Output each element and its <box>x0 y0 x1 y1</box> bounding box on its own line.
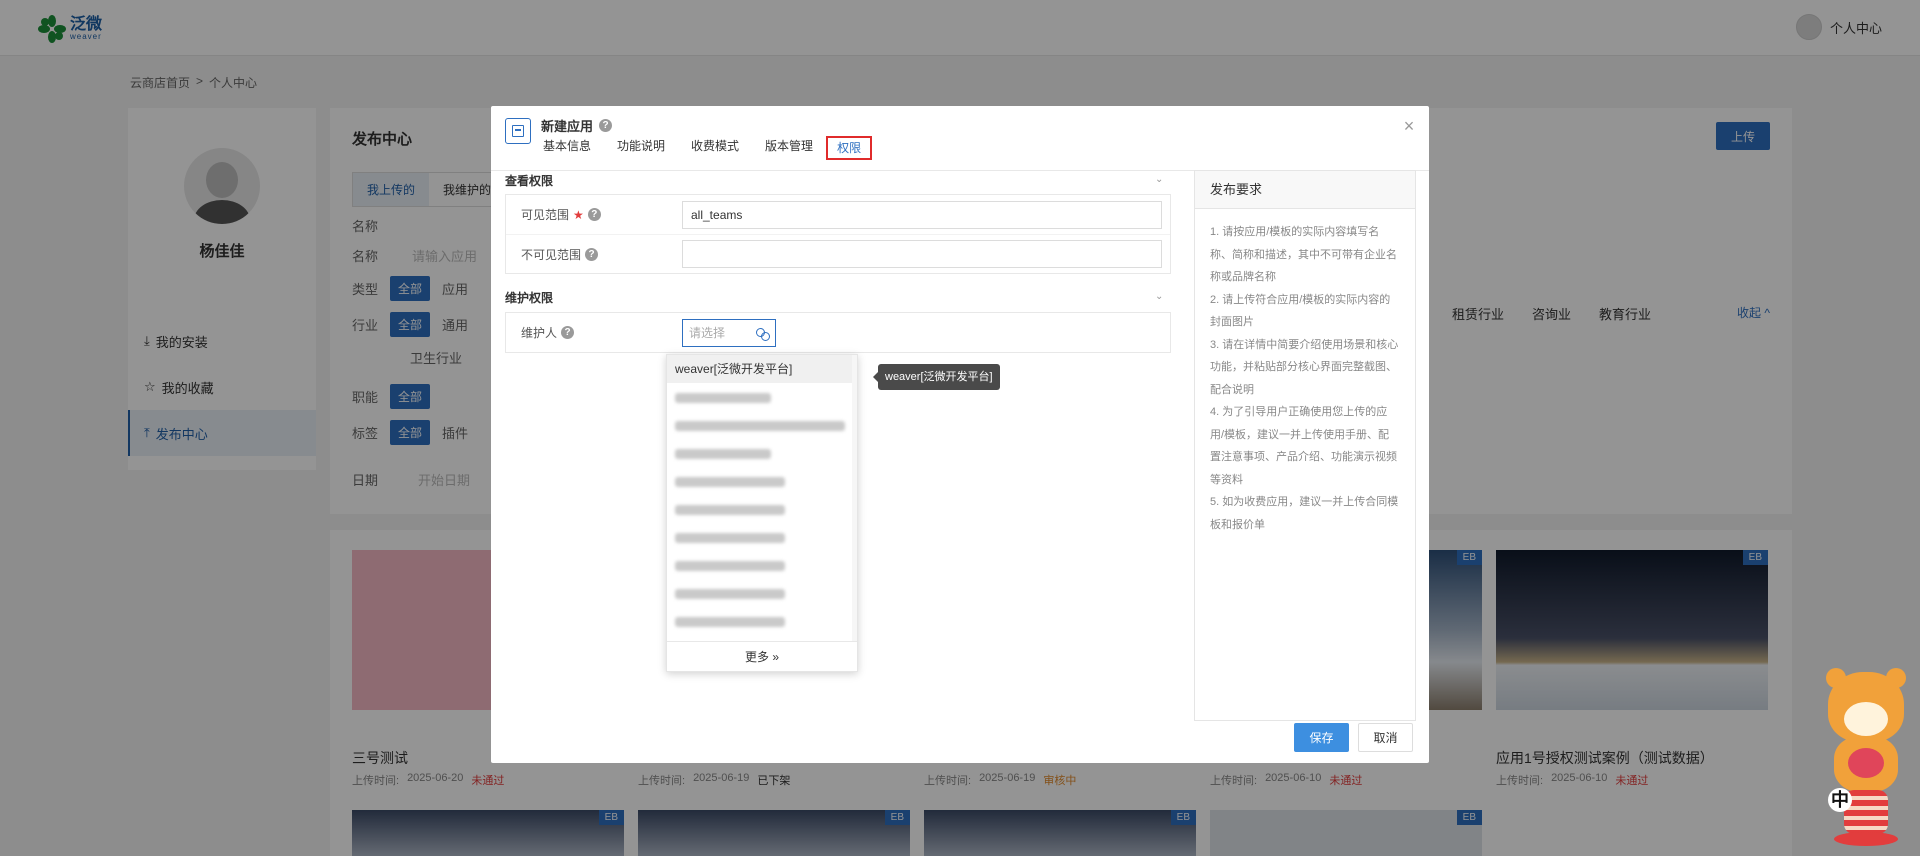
maintainer-dropdown: weaver[泛微开发平台] 更多 » <box>666 354 858 672</box>
help-icon[interactable]: ? <box>587 208 601 221</box>
tab-version-management[interactable]: 版本管理 <box>763 136 815 160</box>
dropdown-option-redacted[interactable] <box>667 467 853 495</box>
visible-scope-input[interactable]: all_teams <box>682 200 1162 229</box>
option-tooltip: weaver[泛微开发平台] <box>873 364 1000 390</box>
required-mark: ★ <box>573 207 584 222</box>
new-app-modal: 新建应用 ? 基本信息 功能说明 收费模式 版本管理 权限 × 查看权限 ⌄ 可… <box>491 106 1429 763</box>
maintainer-select[interactable]: 请选择 <box>682 318 776 347</box>
visible-scope-label: 可见范围 <box>521 208 570 222</box>
invisible-scope-label-group: 不可见范围 ? <box>506 246 682 263</box>
chevron-down-icon[interactable]: ⌄ <box>1155 291 1167 303</box>
language-badge[interactable]: 中 <box>1828 788 1852 812</box>
invisible-scope-row: 不可见范围 ? <box>506 234 1170 273</box>
help-icon[interactable]: ? <box>599 119 613 132</box>
save-button[interactable]: 保存 <box>1294 723 1349 752</box>
dropdown-option-redacted[interactable] <box>667 411 853 439</box>
more-label: 更多 <box>744 650 769 664</box>
view-permissions-title: 查看权限 <box>505 174 554 188</box>
requirement-item: 1. 请按应用/模板的实际内容填写名称、简称和描述，其中不可带有企业名称或品牌名… <box>1210 226 1397 283</box>
dropdown-option-redacted[interactable] <box>667 607 853 635</box>
people-select-icon[interactable] <box>755 326 770 341</box>
tab-pricing-model[interactable]: 收费模式 <box>689 136 741 160</box>
maintainer-row: 维护人 ? 请选择 <box>506 313 1170 352</box>
maintain-permissions-form: 维护人 ? 请选择 <box>505 312 1171 353</box>
requirement-item: 2. 请上传符合应用/模板的实际内容的封面图片 <box>1210 293 1391 329</box>
visible-scope-label-group: 可见范围 ★ ? <box>506 206 682 223</box>
tab-feature-description[interactable]: 功能说明 <box>615 136 667 160</box>
requirement-item: 5. 如为收费应用，建议一并上传合同模板和报价单 <box>1210 496 1399 531</box>
dropdown-option-redacted[interactable] <box>667 439 853 467</box>
app-form-icon <box>505 118 531 144</box>
help-icon[interactable]: ? <box>585 247 599 261</box>
dropdown-option-redacted[interactable] <box>667 523 853 551</box>
modal-title-text: 新建应用 <box>541 119 594 134</box>
modal-tabs: 基本信息 功能说明 收费模式 版本管理 权限 <box>541 136 873 160</box>
invisible-scope-label: 不可见范围 <box>521 247 582 262</box>
modal-title: 新建应用 ? <box>541 116 613 135</box>
requirements-title: 发布要求 <box>1195 171 1415 209</box>
dropdown-option-redacted[interactable] <box>667 551 853 579</box>
dropdown-option-redacted[interactable] <box>667 495 853 523</box>
dropdown-more-button[interactable]: 更多 » <box>667 641 857 671</box>
requirements-list: 1. 请按应用/模板的实际内容填写名称、简称和描述，其中不可带有企业名称或品牌名… <box>1195 209 1415 548</box>
dropdown-option[interactable]: weaver[泛微开发平台] <box>667 355 853 383</box>
invisible-scope-input[interactable] <box>682 240 1162 268</box>
double-chevron-right-icon: » <box>772 650 780 664</box>
maintainer-placeholder: 请选择 <box>689 326 726 340</box>
dropdown-option-redacted[interactable] <box>667 383 853 411</box>
tab-permissions[interactable]: 权限 <box>826 136 873 160</box>
tab-basic-info[interactable]: 基本信息 <box>541 136 593 160</box>
maintainer-label-group: 维护人 ? <box>506 324 682 341</box>
maintainer-label: 维护人 <box>521 326 558 340</box>
close-icon[interactable]: × <box>1401 117 1417 135</box>
chevron-down-icon[interactable]: ⌄ <box>1155 174 1167 186</box>
visible-scope-row: 可见范围 ★ ? all_teams <box>506 195 1170 234</box>
help-icon[interactable]: ? <box>561 326 575 339</box>
tiger-mascot-widget[interactable]: 中 <box>1818 668 1914 856</box>
view-permissions-form: 可见范围 ★ ? all_teams 不可见范围 ? <box>505 194 1171 274</box>
dropdown-list: weaver[泛微开发平台] <box>667 355 853 641</box>
publish-requirements-panel: 发布要求 1. 请按应用/模板的实际内容填写名称、简称和描述，其中不可带有企业名… <box>1194 170 1416 721</box>
maintain-permissions-title: 维护权限 <box>505 291 554 305</box>
dropdown-option-redacted[interactable] <box>667 579 853 607</box>
requirement-item: 4. 为了引导用户正确使用您上传的应用/模板，建议一并上传使用手册、配置注意事项… <box>1210 406 1397 486</box>
cancel-button[interactable]: 取消 <box>1358 723 1413 752</box>
dropdown-scrollbar[interactable] <box>852 355 857 641</box>
requirement-item: 3. 请在详情中简要介绍使用场景和核心功能，并粘贴部分核心界面完整截图、配合说明 <box>1210 338 1399 396</box>
